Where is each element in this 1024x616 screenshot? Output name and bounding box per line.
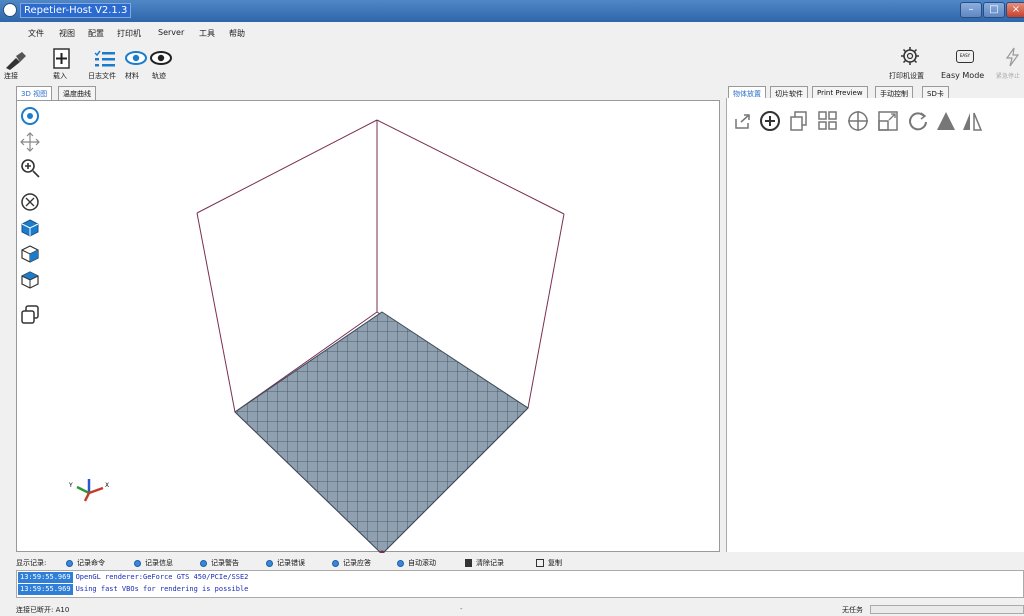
side-view-cube-icon[interactable] (20, 244, 40, 264)
mirror-object-icon[interactable] (961, 110, 983, 132)
log-responses-label: 记录应答 (343, 559, 371, 567)
clear-log-label: 清除记录 (476, 559, 504, 567)
print-bed-scene[interactable]: Y X (17, 101, 721, 556)
load-icon[interactable] (52, 48, 72, 70)
copy-log-button[interactable]: 复制 (536, 558, 562, 568)
copy-log-label: 复制 (548, 559, 562, 567)
plug-icon[interactable] (4, 50, 30, 70)
rotate-object-icon[interactable] (907, 110, 929, 132)
log-message: Using fast VBOs for rendering is possibl… (75, 585, 249, 593)
status-bar: 连接已断开: A10 - 无任务 (0, 602, 1024, 616)
log-commands-toggle[interactable]: 记录命令 (66, 558, 105, 568)
radio-icon (332, 559, 339, 567)
status-separator: - (460, 605, 463, 613)
log-errors-toggle[interactable]: 记录错误 (266, 558, 305, 568)
printer-settings-label[interactable]: 打印机设置 (889, 71, 924, 81)
menu-bar: 文件 视图 配置 打印机 Server 工具 帮助 (0, 22, 1024, 38)
log-options-bar: 显示记录: 记录命令 记录信息 记录警告 记录错误 记录应答 自动滚动 清除记录… (0, 556, 1024, 570)
print-bed-grid (234, 311, 529, 555)
export-icon[interactable] (733, 112, 751, 130)
easy-mode-icon[interactable]: EASY (956, 50, 974, 63)
copy-objects-icon[interactable] (20, 304, 40, 326)
log-message: OpenGL renderer:GeForce GTS 450/PCIe/SSE… (75, 573, 249, 581)
log-label[interactable]: 日志文件 (88, 71, 116, 81)
task-progress-bar (870, 605, 1024, 614)
log-info-toggle[interactable]: 记录信息 (134, 558, 173, 568)
gear-icon[interactable] (900, 46, 920, 66)
zoom-icon[interactable] (20, 158, 40, 180)
connection-status: 连接已断开: A10 (16, 606, 70, 614)
menu-server[interactable]: Server (158, 28, 184, 37)
center-object-icon[interactable] (847, 110, 869, 132)
log-timestamp: 13:59:55.969 (18, 584, 73, 595)
app-icon (3, 3, 17, 17)
material-eye-icon[interactable] (125, 50, 147, 66)
scale-object-icon[interactable] (877, 110, 899, 132)
log-output[interactable]: 13:59:55.969 OpenGL renderer:GeForce GTS … (16, 570, 1024, 598)
radio-icon (134, 559, 141, 567)
radio-icon (200, 559, 207, 567)
task-status: 无任务 (842, 606, 863, 614)
clear-log-button[interactable]: 清除记录 (465, 558, 504, 568)
window-title: Repetier-Host V2.1.3 (20, 3, 132, 18)
emergency-stop-label[interactable]: 紧急停止 (996, 71, 1020, 80)
radio-icon (397, 559, 404, 567)
minimize-button[interactable]: – (960, 2, 982, 18)
svg-text:X: X (105, 482, 109, 489)
log-filter-label: 显示记录: (16, 559, 47, 567)
add-object-icon[interactable] (759, 110, 781, 132)
copy-icon (536, 559, 544, 567)
log-errors-label: 记录错误 (277, 559, 305, 567)
emergency-stop-icon[interactable] (1004, 47, 1020, 67)
log-list-icon[interactable] (94, 50, 116, 68)
log-responses-toggle[interactable]: 记录应答 (332, 558, 371, 568)
log-info-label: 记录信息 (145, 559, 173, 567)
svg-text:Y: Y (68, 482, 73, 489)
rotate-view-icon[interactable] (20, 106, 40, 126)
track-label[interactable]: 轨迹 (152, 71, 166, 81)
tab-temperature-curve[interactable]: 温度曲线 (58, 86, 96, 100)
log-commands-label: 记录命令 (77, 559, 105, 567)
cut-object-icon[interactable] (935, 110, 957, 132)
log-line: 13:59:55.969 Using fast VBOs for renderin… (18, 584, 248, 595)
object-placement-panel (726, 98, 1024, 552)
radio-icon (266, 559, 273, 567)
material-label[interactable]: 材料 (125, 71, 139, 81)
close-button[interactable]: × (1006, 2, 1024, 18)
auto-scroll-label: 自动滚动 (408, 559, 436, 567)
trash-icon (465, 559, 472, 567)
viewport-tools (16, 100, 46, 400)
easy-mode-label[interactable]: Easy Mode (941, 71, 984, 80)
log-line: 13:59:55.969 OpenGL renderer:GeForce GTS … (18, 572, 248, 583)
top-view-cube-icon[interactable] (20, 270, 40, 290)
axis-gizmo: Y X (68, 479, 109, 502)
log-timestamp: 13:59:55.969 (18, 572, 73, 583)
log-warnings-toggle[interactable]: 记录警告 (200, 558, 239, 568)
auto-scroll-toggle[interactable]: 自动滚动 (397, 558, 436, 568)
move-view-icon[interactable] (20, 132, 40, 152)
front-view-cube-icon[interactable] (20, 218, 40, 238)
tab-3d-view[interactable]: 3D 视图 (16, 86, 53, 101)
log-warnings-label: 记录警告 (211, 559, 239, 567)
3d-viewport[interactable]: Y X (16, 100, 721, 556)
connect-label[interactable]: 连接 (4, 71, 18, 81)
title-bar: Repetier-Host V2.1.3 – □ × (0, 0, 1024, 22)
copy-object-icon[interactable] (789, 110, 809, 132)
autoposition-grid-icon[interactable] (817, 110, 839, 132)
toolbar: 连接 载入 日志文件 材料 轨迹 打印机设置 EASY Easy Mode 紧急… (0, 38, 1024, 84)
maximize-button[interactable]: □ (983, 2, 1005, 18)
radio-icon (66, 559, 73, 567)
load-label[interactable]: 载入 (53, 71, 67, 81)
fit-view-icon[interactable] (20, 192, 40, 212)
track-eye-icon[interactable] (150, 50, 172, 66)
